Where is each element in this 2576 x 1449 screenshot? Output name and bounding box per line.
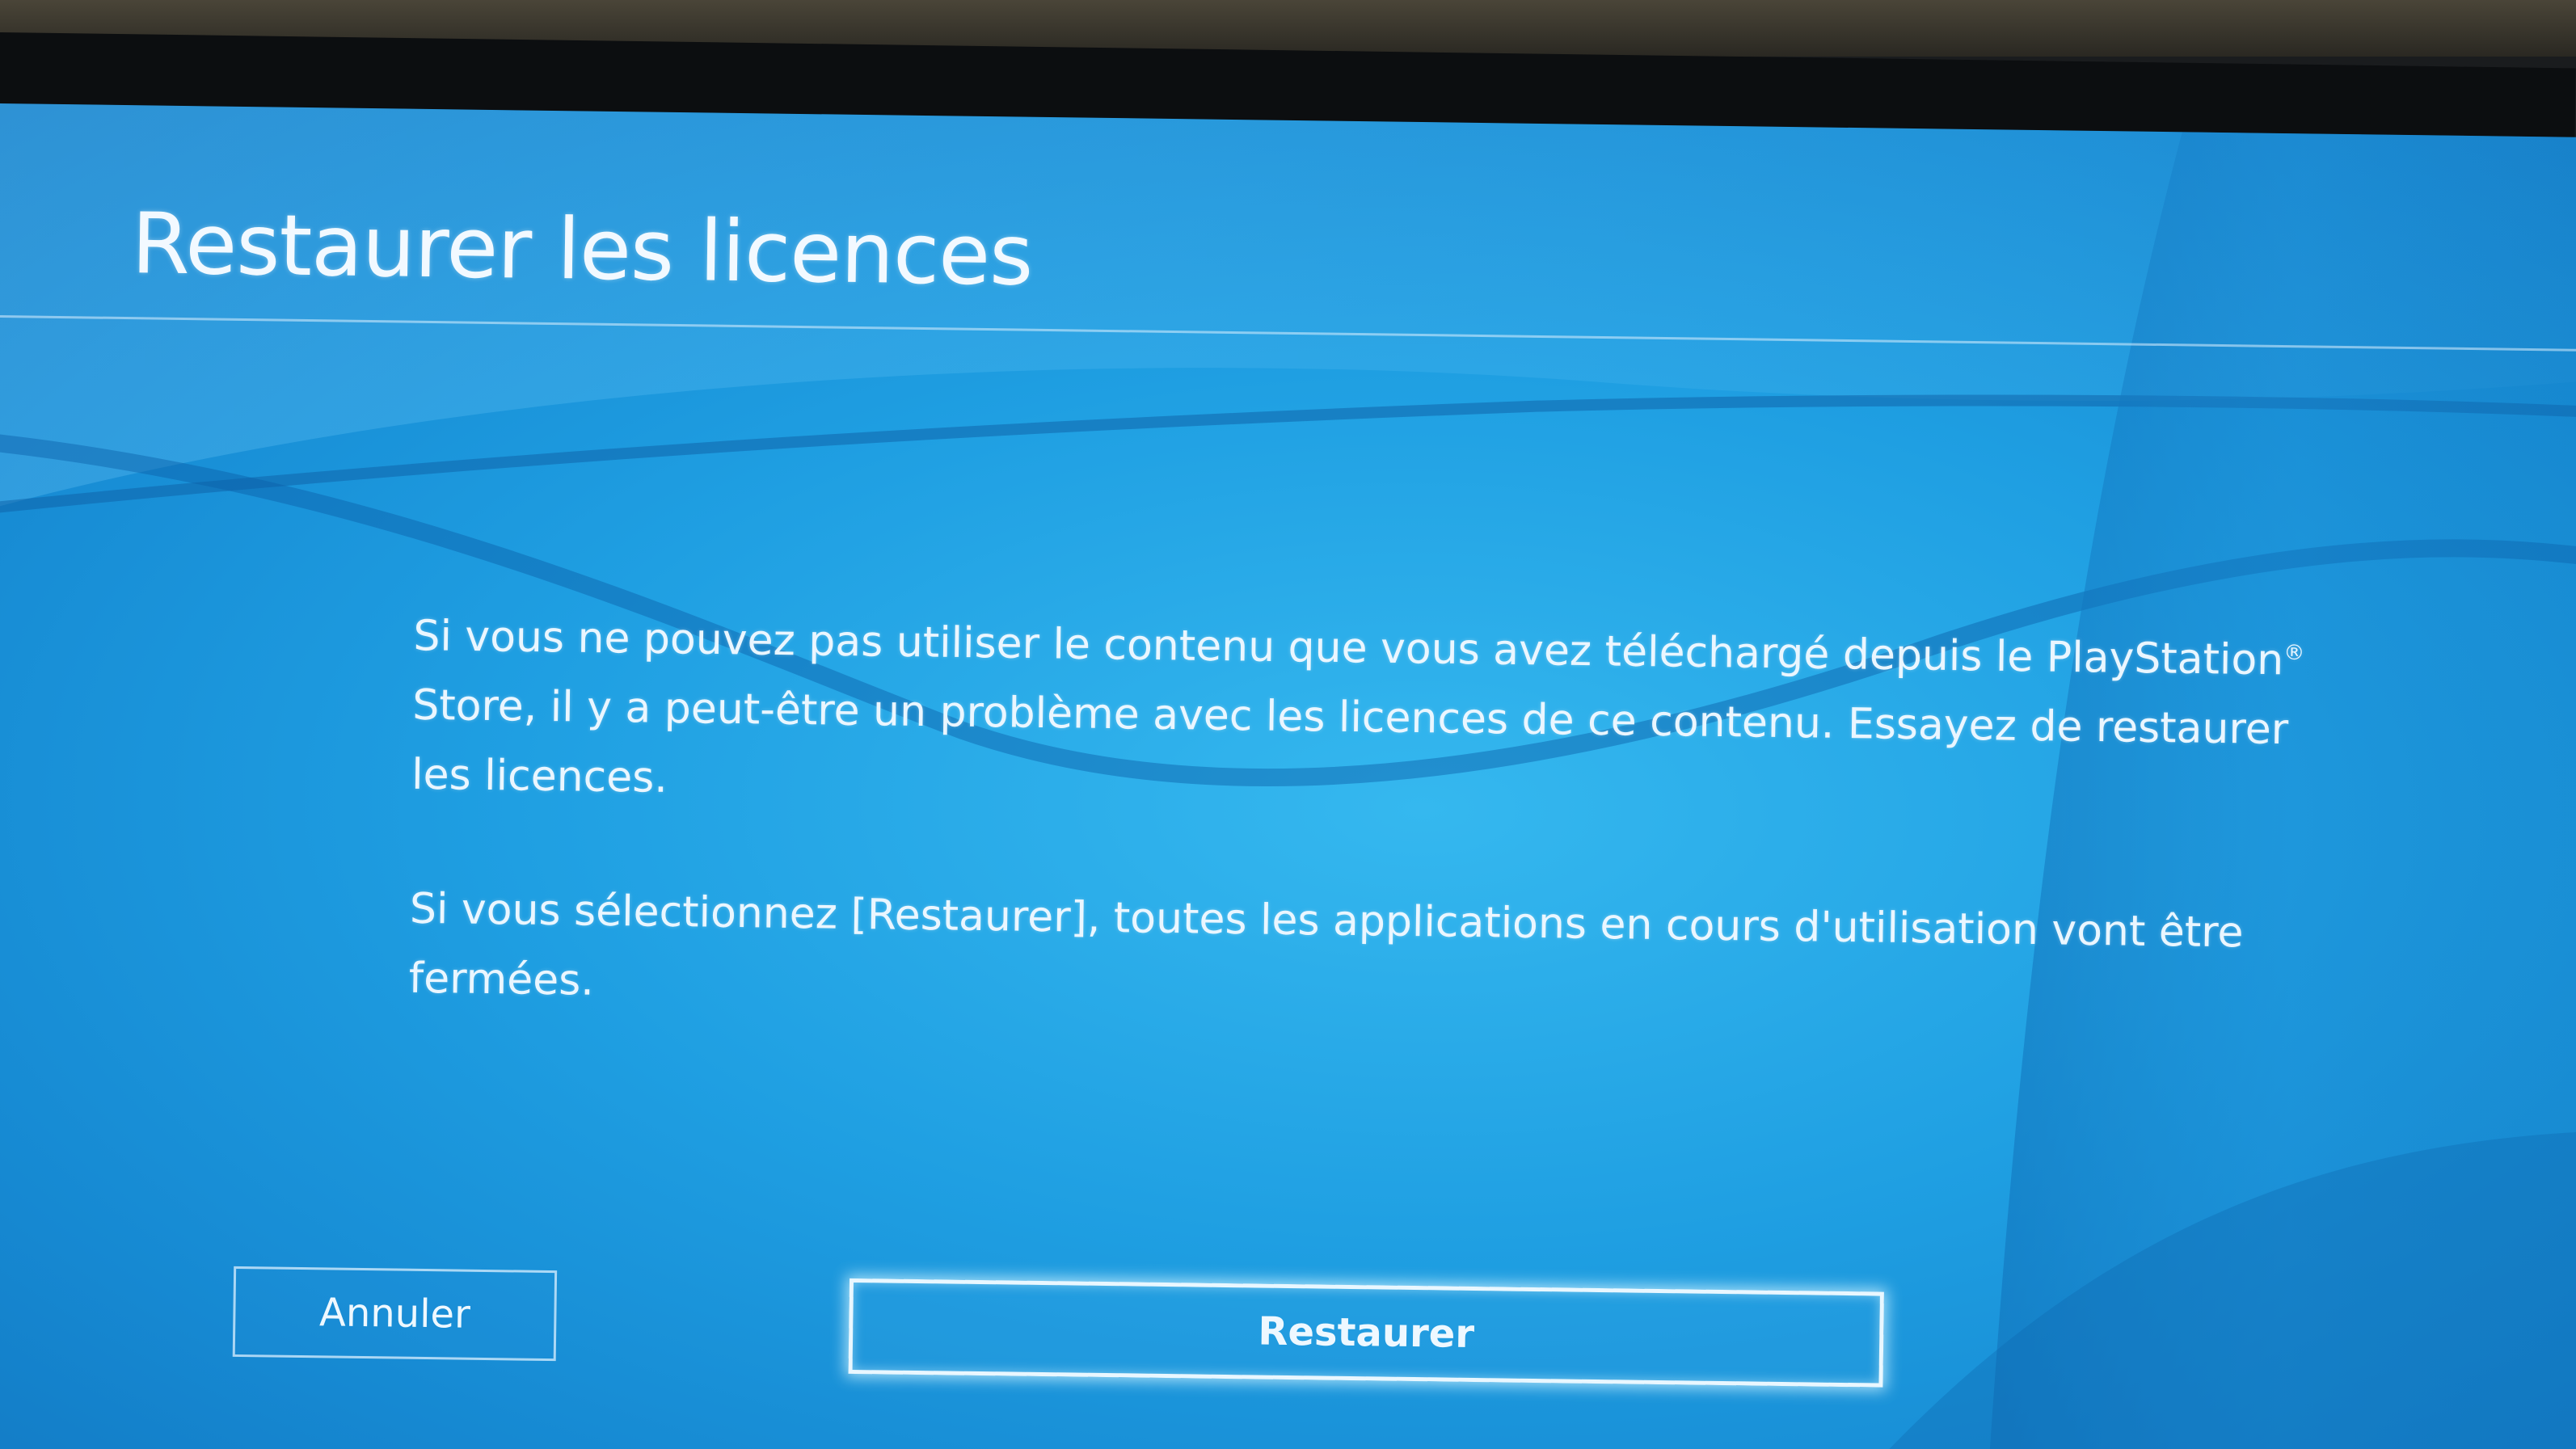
registered-mark: ®	[2283, 641, 2305, 666]
ps4-dialog-screen: Restaurer les licences Si vous ne pouvez…	[0, 103, 2576, 1449]
photo-frame: Restaurer les licences Si vous ne pouvez…	[0, 0, 2576, 1449]
body-paragraph-2: Si vous sélectionnez [Restaurer], toutes…	[408, 885, 2244, 1006]
dialog-title: Restaurer les licences	[130, 194, 1034, 305]
body-paragraph-1: Si vous ne pouvez pas utiliser le conten…	[411, 594, 2362, 836]
cancel-button[interactable]: Annuler	[232, 1266, 558, 1362]
body-paragraph-1-before: Si vous ne pouvez pas utiliser le conten…	[413, 612, 2284, 685]
dialog-body: Si vous ne pouvez pas utiliser le conten…	[407, 594, 2362, 1104]
restore-button[interactable]: Restaurer	[848, 1278, 1884, 1388]
body-paragraph-1-after: Store, il y a peut-être un problème avec…	[411, 681, 2289, 803]
